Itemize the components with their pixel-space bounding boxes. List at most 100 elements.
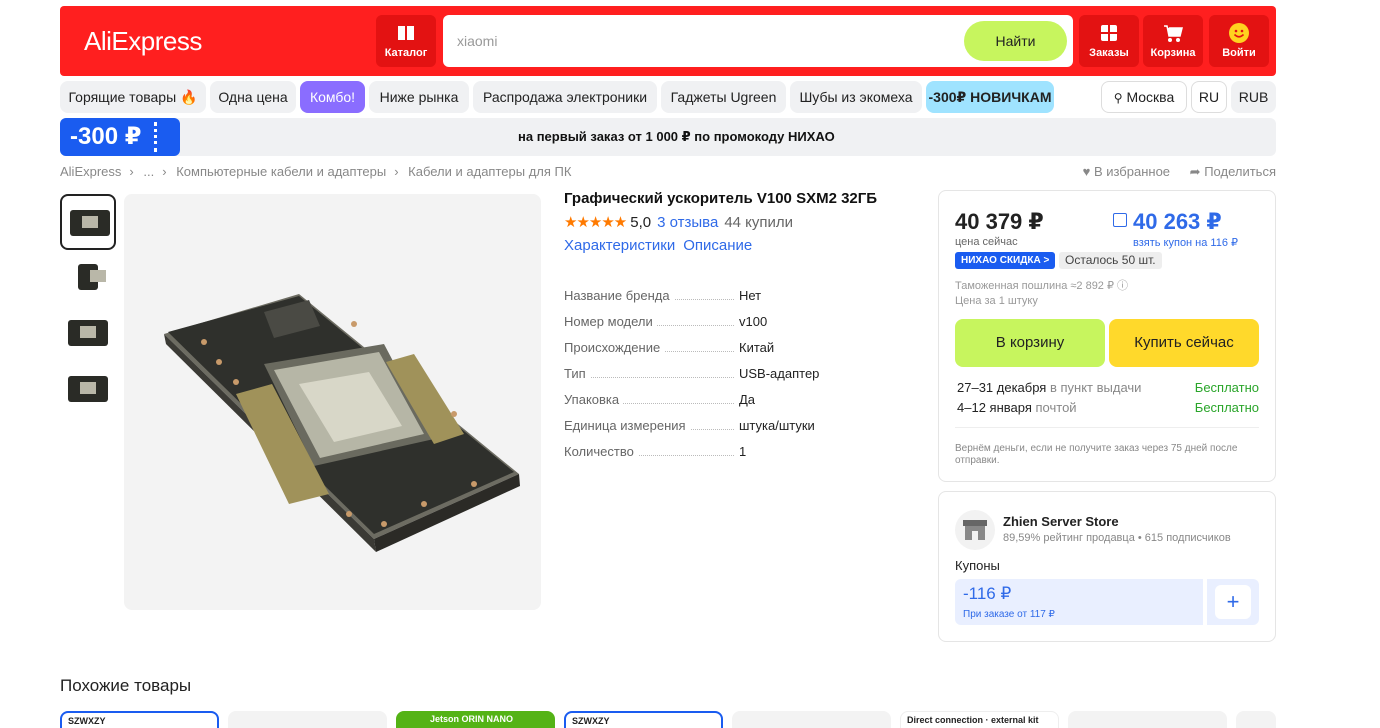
coupon-price[interactable]: 40 263 ₽ — [1133, 209, 1222, 235]
similar-heading: Похожие товары — [60, 676, 192, 695]
coupon-condition: При заказе от 117 ₽ — [963, 609, 1055, 620]
product-actions: ♥ В избранное ➦ Поделиться — [1067, 164, 1276, 180]
spec-key: Номер модели — [564, 314, 657, 329]
breadcrumb-item[interactable]: AliExpress — [60, 164, 121, 179]
share-button[interactable]: ➦ Поделиться — [1190, 164, 1276, 179]
coupon-price-checkbox[interactable] — [1113, 213, 1127, 227]
delivery-option: 4–12 января почтой — [957, 400, 1077, 415]
product-tabs: Характеристики Описание — [564, 237, 760, 254]
promo-banner[interactable]: -300 ₽ на первый заказ от 1 000 ₽ по про… — [60, 118, 1276, 156]
spec-key-text: Единица измерения — [564, 418, 690, 433]
similar-item-label: Jetson ORIN NANO — [430, 714, 514, 724]
aliexpress-logo[interactable]: AliExpress — [84, 26, 202, 57]
spec-row: Номер модели v100 — [564, 314, 864, 340]
chip-newcomer-discount[interactable]: -300₽ НОВИЧКАМ — [926, 81, 1054, 113]
similar-item[interactable] — [228, 711, 387, 728]
customs-duty: Таможенная пошлина ≈2 892 ₽ ⓘ — [955, 280, 1129, 292]
breadcrumb-item[interactable]: Компьютерные кабели и адаптеры — [176, 164, 386, 179]
similar-item[interactable]: Jetson ORIN NANO — [396, 711, 555, 728]
login-button[interactable]: Войти — [1209, 15, 1269, 67]
similar-item[interactable]: SZWXZY — [60, 711, 219, 728]
spec-key: Количество — [564, 444, 638, 459]
reviews-link[interactable]: 3 отзыва — [657, 214, 718, 231]
chip-combo[interactable]: Комбо! — [300, 81, 365, 113]
orders-button[interactable]: Заказы — [1079, 15, 1139, 67]
spec-value: USB-адаптер — [739, 366, 820, 381]
chip-one-price[interactable]: Одна цена — [210, 81, 296, 113]
search-button[interactable]: Найти — [964, 21, 1067, 61]
add-coupon-button[interactable]: + — [1207, 579, 1259, 625]
store-coupon[interactable]: -116 ₽ При заказе от 117 ₽ — [955, 579, 1203, 625]
spec-row: Тип USB-адаптер — [564, 366, 864, 392]
thumbnail[interactable] — [60, 250, 116, 306]
unit-price-note: Цена за 1 штуку — [955, 295, 1038, 307]
chip-electronics-sale[interactable]: Распродажа электроники — [473, 81, 657, 113]
favorite-label: В избранное — [1093, 164, 1171, 179]
chip-ugreen-gadgets[interactable]: Гаджеты Ugreen — [661, 81, 786, 113]
promo-discount-tag: -300 ₽ — [60, 118, 180, 156]
store-box: Zhien Server Store 89,59% рейтинг продав… — [938, 491, 1276, 642]
store-name[interactable]: Zhien Server Store — [1003, 514, 1119, 529]
spec-key: Название бренда — [564, 288, 674, 303]
spec-value: Да — [739, 392, 756, 407]
chip-hot-deals[interactable]: Горящие товары 🔥 — [60, 81, 206, 113]
language-selector[interactable]: RU — [1191, 81, 1227, 113]
thumbnail[interactable] — [60, 362, 116, 418]
similar-item-label: SZWXZY — [572, 716, 610, 726]
similar-item[interactable] — [1236, 711, 1276, 728]
chip-faux-fur[interactable]: Шубы из экомеха — [790, 81, 922, 113]
product-title: Графический ускоритель V100 SXM2 32ГБ — [564, 190, 878, 207]
tab-description[interactable]: Описание — [683, 237, 752, 254]
buy-box: 40 379 ₽ цена сейчас 40 263 ₽ взять купо… — [938, 190, 1276, 482]
bought-count: 44 купили — [724, 214, 794, 231]
favorite-button[interactable]: ♥ В избранное — [1083, 164, 1170, 179]
breadcrumb-item[interactable]: Кабели и адаптеры для ПК — [408, 164, 571, 179]
similar-item[interactable] — [732, 711, 891, 728]
catalog-button[interactable]: Каталог — [376, 15, 436, 67]
add-to-cart-button[interactable]: В корзину — [955, 319, 1105, 367]
spec-value: Нет — [739, 288, 762, 303]
similar-item-label: Direct connection · external kit — [907, 715, 1039, 725]
discount-tag[interactable]: НИХАО СКИДКА > — [955, 252, 1056, 269]
gpu-board-image — [164, 294, 520, 552]
delivery-option: 27–31 декабря в пункт выдачи — [957, 380, 1141, 395]
current-price: 40 379 ₽ — [955, 209, 1044, 234]
coupon-amount: -116 ₽ — [963, 584, 1012, 603]
chip-below-market[interactable]: Ниже рынка — [369, 81, 469, 113]
refund-note: Вернём деньги, если не получите заказ че… — [955, 443, 1238, 466]
spec-row: Происхождение Китай — [564, 340, 864, 366]
catalog-label: Каталог — [384, 47, 428, 59]
similar-item[interactable]: SZWXZY — [564, 711, 723, 728]
storefront-icon — [963, 520, 987, 540]
spec-key-text: Номер модели — [564, 314, 657, 329]
similar-item[interactable]: Direct connection · external kit — [900, 711, 1059, 728]
thumbnail[interactable] — [60, 194, 116, 250]
rating-value: 5,0 — [630, 214, 652, 231]
breadcrumb-item[interactable]: ... — [143, 164, 154, 179]
gpu-thumbnail-image — [78, 264, 106, 290]
similar-item-label: SZWXZY — [68, 716, 106, 726]
orders-box-icon — [1101, 25, 1117, 41]
specs-table: Название бренда Нет Номер модели v100 Прои… — [564, 288, 864, 470]
store-icon[interactable] — [955, 510, 995, 550]
tab-specs[interactable]: Характеристики — [564, 237, 675, 254]
spec-key-text: Количество — [564, 444, 638, 459]
city-label: Москва — [1126, 89, 1175, 105]
currency-selector[interactable]: RUB — [1231, 81, 1276, 113]
product-main-image[interactable] — [124, 194, 541, 610]
location-pin-icon: ⚲ — [1113, 91, 1123, 105]
spec-key: Упаковка — [564, 392, 624, 407]
chevron-right-icon: › — [129, 164, 134, 179]
thumbnail[interactable] — [60, 306, 116, 362]
login-label: Войти — [1222, 47, 1256, 59]
search-input[interactable] — [457, 29, 937, 53]
coupon-price-caption[interactable]: взять купон на 116 ₽ — [1133, 236, 1238, 249]
smiley-icon — [1229, 23, 1249, 43]
chevron-right-icon: › — [162, 164, 167, 179]
coupons-heading: Купоны — [955, 558, 1000, 573]
buy-now-button[interactable]: Купить сейчас — [1109, 319, 1259, 367]
similar-item[interactable] — [1068, 711, 1227, 728]
city-selector[interactable]: ⚲ Москва — [1101, 81, 1187, 113]
delivery-date: 4–12 января — [957, 400, 1032, 415]
cart-button[interactable]: Корзина — [1143, 15, 1203, 67]
